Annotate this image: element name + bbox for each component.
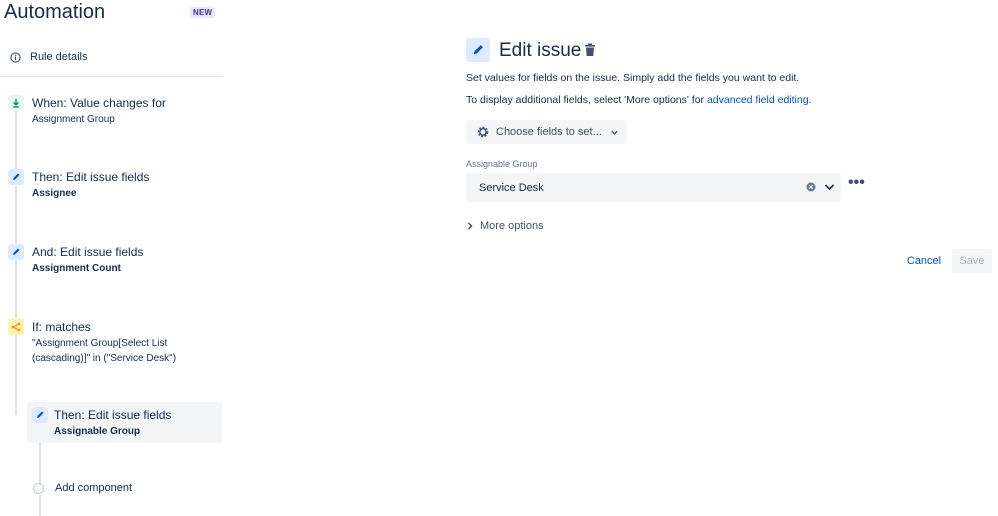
chevron-down-icon <box>611 130 618 135</box>
more-actions-icon[interactable]: ••• <box>848 175 865 191</box>
pencil-icon <box>8 244 24 260</box>
description-advanced: To display additional fields, select 'Mo… <box>466 94 811 106</box>
field-label: Assignable Group <box>466 159 538 169</box>
rule-details-label: Rule details <box>30 51 88 63</box>
select-value: Service Desk <box>479 181 544 194</box>
branch-icon <box>8 319 24 335</box>
more-options-toggle[interactable]: More options <box>466 220 544 232</box>
step-condition[interactable]: If: matches "Assignment Group[Select Lis… <box>0 318 222 368</box>
rule-details-link[interactable]: Rule details <box>10 51 87 63</box>
app-title: Automation <box>4 1 106 23</box>
info-icon <box>10 51 21 63</box>
more-options-label: More options <box>480 220 544 232</box>
choose-fields-label: Choose fields to set... <box>496 126 602 138</box>
save-button[interactable]: Save <box>952 249 992 273</box>
new-badge: NEW <box>190 7 216 18</box>
divider <box>0 76 222 77</box>
step-edit-assignment-count[interactable]: And: Edit issue fields Assignment Count <box>0 243 222 279</box>
step-title: If: matches <box>32 320 91 334</box>
add-component-button[interactable]: Add component <box>33 482 132 494</box>
step-subtitle: Assignee <box>32 188 77 199</box>
add-component-label: Add component <box>55 482 133 494</box>
cancel-button[interactable]: Cancel <box>902 249 946 273</box>
timeline-connector <box>39 495 41 516</box>
choose-fields-button[interactable]: Choose fields to set... <box>466 120 627 144</box>
pencil-icon <box>32 407 48 423</box>
step-trigger[interactable]: When: Value changes for Assignment Group <box>0 94 222 130</box>
step-edit-assignable-group[interactable]: Then: Edit issue fields Assignable Group <box>27 402 222 443</box>
trigger-icon <box>8 95 24 111</box>
step-title: Then: Edit issue fields <box>32 170 150 184</box>
description-text: Set values for fields on the issue. Simp… <box>466 72 800 84</box>
step-title: When: Value changes for <box>32 96 166 110</box>
assignable-group-select[interactable]: Service Desk <box>466 173 841 202</box>
pencil-icon <box>8 169 24 185</box>
chevron-down-icon[interactable] <box>824 183 835 192</box>
step-title: And: Edit issue fields <box>32 245 144 259</box>
step-subtitle: "Assignment Group[Select List (cascading… <box>32 338 177 364</box>
circle-icon <box>33 482 44 494</box>
advanced-field-editing-link[interactable]: advanced field editing <box>707 94 809 106</box>
page-title: Edit issue <box>499 40 582 61</box>
chevron-right-icon <box>467 222 473 230</box>
step-title: Then: Edit issue fields <box>54 408 172 422</box>
clear-icon[interactable] <box>806 182 816 192</box>
step-subtitle: Assignment Count <box>32 263 121 274</box>
description-suffix: . <box>808 94 812 106</box>
trash-icon[interactable] <box>584 43 596 57</box>
description-prefix: To display additional fields, select 'Mo… <box>466 94 707 106</box>
pencil-icon <box>466 38 490 62</box>
gear-icon <box>477 126 489 138</box>
step-edit-assignee[interactable]: Then: Edit issue fields Assignee <box>0 168 222 204</box>
step-subtitle: Assignable Group <box>54 426 141 437</box>
step-subtitle: Assignment Group <box>32 114 115 125</box>
